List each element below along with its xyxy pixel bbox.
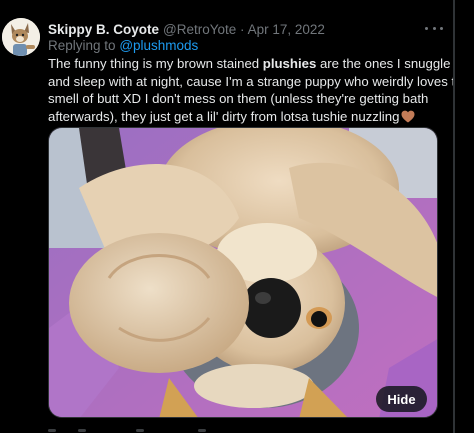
text-segment: The funny thing is my brown stained [48, 56, 263, 71]
text-bold-segment: plushies [262, 56, 317, 71]
plush-coyote-photo-icon [49, 128, 437, 417]
replying-to-prefix: Replying to [48, 38, 116, 53]
text-segment: are the ones I snuggle up [316, 56, 469, 71]
meta-separator: · [240, 21, 245, 37]
coyote-avatar-icon [2, 18, 40, 56]
more-options-icon[interactable] [425, 21, 443, 35]
hide-media-button[interactable]: Hide [376, 386, 427, 412]
brown-heart-icon [401, 110, 415, 128]
author-meta: @RetroYote · Apr 17, 2022 [163, 22, 325, 37]
tweet-media[interactable] [48, 127, 438, 418]
tweet-page: Skippy B. Coyote @RetroYote · Apr 17, 20… [0, 0, 474, 433]
tweet-header: Skippy B. Coyote @RetroYote · Apr 17, 20… [48, 19, 325, 39]
right-panel [455, 0, 474, 433]
tweet-text-line-4: afterwards), they just get a lil' dirty … [48, 108, 446, 126]
text-segment: afterwards), they just get a lil' dirty … [48, 108, 400, 124]
tweet-date[interactable]: Apr 17, 2022 [248, 22, 325, 37]
author-display-name[interactable]: Skippy B. Coyote [48, 22, 159, 37]
tweet-actions-bar [48, 428, 448, 433]
tweet-text-line-3: smell of butt XD I don't mess on them (u… [48, 91, 429, 107]
user-avatar[interactable] [2, 18, 40, 56]
replying-to: Replying to @plushmods [48, 38, 198, 53]
author-handle[interactable]: @RetroYote [163, 22, 236, 37]
tweet-text-line-1: The funny thing is my brown stained plus… [48, 55, 469, 73]
tweet-text: The funny thing is my brown stained plus… [48, 55, 470, 126]
replying-to-mention[interactable]: @plushmods [119, 38, 198, 53]
tweet-text-line-2: and sleep with at night, cause I'm a str… [48, 73, 470, 89]
